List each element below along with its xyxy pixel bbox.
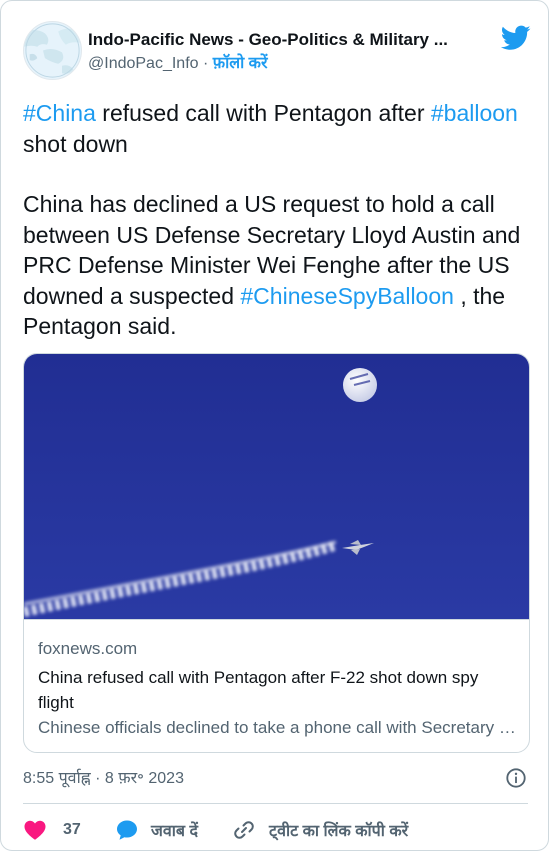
info-icon[interactable]: [505, 767, 527, 789]
like-count: 37: [63, 821, 81, 838]
link-description: Chinese officials declined to take a pho…: [38, 718, 516, 737]
hashtag-chinesespyballoon[interactable]: #ChineseSpyBalloon: [240, 283, 454, 309]
like-button[interactable]: 37: [23, 816, 81, 844]
link-card-meta: foxnews.com China refused call with Pent…: [24, 619, 529, 752]
heart-icon: [24, 820, 46, 840]
balloon-photo[interactable]: [24, 354, 530, 619]
twitter-bird-icon[interactable]: [501, 25, 531, 51]
author-info: Indo-Pacific News - Geo-Politics & Milit…: [88, 29, 488, 75]
speech-bubble-icon: [117, 820, 137, 840]
author-handle[interactable]: @IndoPac_Info: [88, 55, 199, 72]
link-preview-card[interactable]: foxnews.com China refused call with Pent…: [23, 353, 530, 753]
link-domain: foxnews.com: [38, 639, 138, 658]
copy-link-label: ट्वीट का लिंक कॉपी करें: [269, 823, 409, 840]
tweet-body: China has declined a US request to hold …: [23, 189, 533, 342]
tweet-header: Indo-Pacific News - Geo-Politics & Milit…: [23, 21, 533, 81]
handle-separator: ·: [198, 55, 213, 72]
tweet-text-segment: shot down: [23, 130, 128, 157]
avatar[interactable]: [23, 21, 82, 80]
tweet-embed-card[interactable]: Indo-Pacific News - Geo-Politics & Milit…: [0, 0, 549, 851]
map-avatar-image: [24, 22, 81, 79]
link-title[interactable]: China refused call with Pentagon after F…: [38, 665, 518, 715]
copy-link-button[interactable]: ट्वीट का लिंक कॉपी करें: [232, 816, 408, 844]
handle-row: @IndoPac_Info · फ़ॉलो करें: [88, 53, 488, 75]
author-display-name[interactable]: Indo-Pacific News - Geo-Politics & Milit…: [88, 29, 488, 51]
reply-label: जवाब दें: [151, 823, 198, 840]
tweet-headline: #China refused call with Pentagon after …: [23, 98, 533, 159]
tweet-text: #China refused call with Pentagon after …: [23, 98, 533, 342]
link-icon: [234, 821, 254, 839]
divider: [23, 803, 528, 804]
hashtag-china[interactable]: #China: [23, 100, 96, 126]
hashtag-balloon[interactable]: #balloon: [431, 100, 518, 126]
tweet-timestamp[interactable]: 8:55 पूर्वाह्न · 8 फ़र॰ 2023: [23, 768, 184, 790]
reply-button[interactable]: जवाब दें: [115, 816, 198, 844]
timestamp-row: 8:55 पूर्वाह्न · 8 फ़र॰ 2023: [23, 767, 533, 791]
tweet-text-segment: refused call with Pentagon after: [95, 100, 431, 126]
follow-link[interactable]: फ़ॉलो करें: [213, 55, 268, 72]
action-bar: 37 जवाब दें ट्वीट का लिंक कॉपी करें: [23, 816, 533, 844]
